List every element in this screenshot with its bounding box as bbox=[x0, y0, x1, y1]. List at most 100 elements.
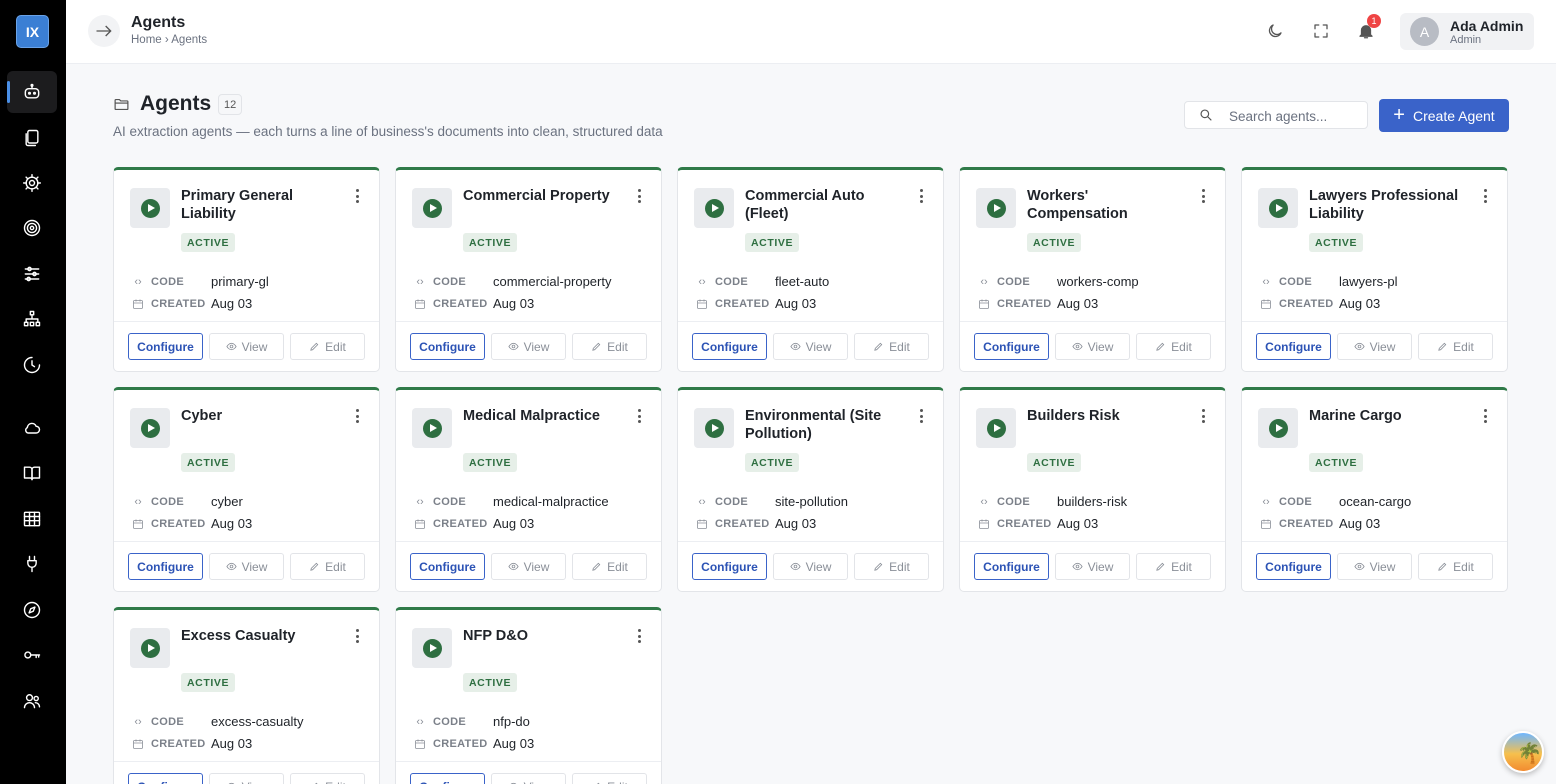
sidebar-item-tables[interactable] bbox=[7, 498, 57, 540]
view-button[interactable]: View bbox=[491, 553, 566, 580]
more-options-icon[interactable] bbox=[350, 629, 364, 643]
edit-button[interactable]: Edit bbox=[290, 773, 365, 784]
search-input[interactable] bbox=[1229, 106, 1361, 126]
edit-label: Edit bbox=[607, 780, 628, 784]
agent-card[interactable]: Builders Risk ACTIVE ‹› CODE builders-ri… bbox=[959, 387, 1226, 592]
edit-button[interactable]: Edit bbox=[572, 333, 647, 360]
agent-card[interactable]: Marine Cargo ACTIVE ‹› CODE ocean-cargo … bbox=[1241, 387, 1508, 592]
app-logo[interactable]: IX bbox=[16, 15, 49, 48]
more-options-icon[interactable] bbox=[350, 189, 364, 203]
configure-button[interactable]: Configure bbox=[974, 333, 1049, 360]
view-button[interactable]: View bbox=[491, 773, 566, 784]
agent-card[interactable]: Lawyers Professional Liability ACTIVE ‹›… bbox=[1241, 167, 1508, 372]
more-options-icon[interactable] bbox=[1196, 409, 1210, 423]
view-button[interactable]: View bbox=[1337, 333, 1412, 360]
view-button[interactable]: View bbox=[209, 773, 284, 784]
view-button[interactable]: View bbox=[209, 333, 284, 360]
more-options-icon[interactable] bbox=[350, 409, 364, 423]
more-options-icon[interactable] bbox=[632, 629, 646, 643]
view-button[interactable]: View bbox=[773, 333, 848, 360]
view-button[interactable]: View bbox=[1055, 333, 1130, 360]
view-button[interactable]: View bbox=[491, 333, 566, 360]
agent-card[interactable]: Commercial Property ACTIVE ‹› CODE comme… bbox=[395, 167, 662, 372]
back-button[interactable] bbox=[88, 15, 120, 47]
play-icon bbox=[704, 198, 724, 218]
agent-card[interactable]: Commercial Auto (Fleet) ACTIVE ‹› CODE f… bbox=[677, 167, 944, 372]
notifications-button[interactable]: 1 bbox=[1355, 14, 1381, 42]
edit-button[interactable]: Edit bbox=[1418, 333, 1493, 360]
agent-card[interactable]: Medical Malpractice ACTIVE ‹› CODE medic… bbox=[395, 387, 662, 592]
view-button[interactable]: View bbox=[1055, 553, 1130, 580]
edit-button[interactable]: Edit bbox=[1136, 333, 1211, 360]
edit-button[interactable]: Edit bbox=[854, 553, 929, 580]
configure-button[interactable]: Configure bbox=[410, 773, 485, 784]
sidebar-item-settings[interactable] bbox=[7, 162, 57, 204]
calendar-icon bbox=[131, 737, 145, 751]
edit-button[interactable]: Edit bbox=[572, 553, 647, 580]
edit-label: Edit bbox=[325, 339, 346, 354]
sidebar-item-library[interactable] bbox=[7, 452, 57, 494]
created-label: CREATED bbox=[1279, 297, 1334, 310]
more-options-icon[interactable] bbox=[1478, 189, 1492, 203]
play-icon bbox=[986, 198, 1006, 218]
configure-button[interactable]: Configure bbox=[1256, 333, 1331, 360]
theme-toggle-button[interactable] bbox=[1264, 20, 1286, 42]
agent-card[interactable]: Environmental (Site Pollution) ACTIVE ‹›… bbox=[677, 387, 944, 592]
play-icon bbox=[140, 418, 160, 438]
configure-button[interactable]: Configure bbox=[692, 553, 767, 580]
fullscreen-button[interactable] bbox=[1310, 20, 1332, 42]
status-badge: ACTIVE bbox=[181, 453, 236, 472]
agent-card[interactable]: Workers' Compensation ACTIVE ‹› CODE wor… bbox=[959, 167, 1226, 372]
sidebar-item-documents[interactable] bbox=[7, 117, 57, 159]
agent-card[interactable]: Cyber ACTIVE ‹› CODE cyber CREATED Aug 0… bbox=[113, 387, 380, 592]
sidebar-item-agents[interactable] bbox=[7, 71, 57, 113]
user-menu[interactable]: A Ada Admin Admin bbox=[1400, 13, 1534, 50]
configure-button[interactable]: Configure bbox=[974, 553, 1049, 580]
more-options-icon[interactable] bbox=[914, 189, 928, 203]
configure-button[interactable]: Configure bbox=[692, 333, 767, 360]
more-options-icon[interactable] bbox=[1478, 409, 1492, 423]
edit-button[interactable]: Edit bbox=[572, 773, 647, 784]
sidebar-item-keys[interactable] bbox=[7, 634, 57, 676]
configure-button[interactable]: Configure bbox=[128, 773, 203, 784]
edit-button[interactable]: Edit bbox=[290, 553, 365, 580]
sidebar-item-targets[interactable] bbox=[7, 207, 57, 249]
created-label: CREATED bbox=[151, 517, 206, 530]
sidebar-item-cloud[interactable] bbox=[7, 407, 57, 449]
configure-button[interactable]: Configure bbox=[128, 553, 203, 580]
edit-button[interactable]: Edit bbox=[1136, 553, 1211, 580]
sidebar-item-integrations[interactable] bbox=[7, 543, 57, 585]
pencil-icon bbox=[1438, 342, 1447, 351]
created-row: CREATED Aug 03 bbox=[413, 516, 534, 531]
sidebar-item-filters[interactable] bbox=[7, 253, 57, 295]
configure-button[interactable]: Configure bbox=[128, 333, 203, 360]
configure-button[interactable]: Configure bbox=[410, 553, 485, 580]
configure-button[interactable]: Configure bbox=[410, 333, 485, 360]
calendar-icon bbox=[413, 297, 427, 311]
edit-button[interactable]: Edit bbox=[854, 333, 929, 360]
more-options-icon[interactable] bbox=[632, 189, 646, 203]
eye-icon bbox=[790, 562, 801, 571]
code-row: ‹› CODE nfp-do bbox=[413, 714, 530, 729]
view-button[interactable]: View bbox=[1337, 553, 1412, 580]
view-button[interactable]: View bbox=[209, 553, 284, 580]
cloud-icon bbox=[25, 422, 41, 434]
sidebar-item-history[interactable] bbox=[7, 344, 57, 386]
agent-card[interactable]: Excess Casualty ACTIVE ‹› CODE excess-ca… bbox=[113, 607, 380, 784]
create-agent-button[interactable]: + Create Agent bbox=[1379, 99, 1509, 132]
edit-label: Edit bbox=[607, 559, 628, 574]
edit-button[interactable]: Edit bbox=[290, 333, 365, 360]
configure-button[interactable]: Configure bbox=[1256, 553, 1331, 580]
edit-button[interactable]: Edit bbox=[1418, 553, 1493, 580]
more-options-icon[interactable] bbox=[632, 409, 646, 423]
sidebar-item-explore[interactable] bbox=[7, 589, 57, 631]
assistant-avatar-button[interactable]: 🌴 bbox=[1502, 731, 1544, 773]
sidebar-item-hierarchy[interactable] bbox=[7, 298, 57, 340]
more-options-icon[interactable] bbox=[1196, 189, 1210, 203]
view-button[interactable]: View bbox=[773, 553, 848, 580]
breadcrumb[interactable]: Home › Agents bbox=[131, 34, 207, 46]
agent-card[interactable]: NFP D&O ACTIVE ‹› CODE nfp-do CREATED Au… bbox=[395, 607, 662, 784]
sidebar-item-users[interactable] bbox=[7, 680, 57, 722]
agent-card[interactable]: Primary General Liability ACTIVE ‹› CODE… bbox=[113, 167, 380, 372]
more-options-icon[interactable] bbox=[914, 409, 928, 423]
